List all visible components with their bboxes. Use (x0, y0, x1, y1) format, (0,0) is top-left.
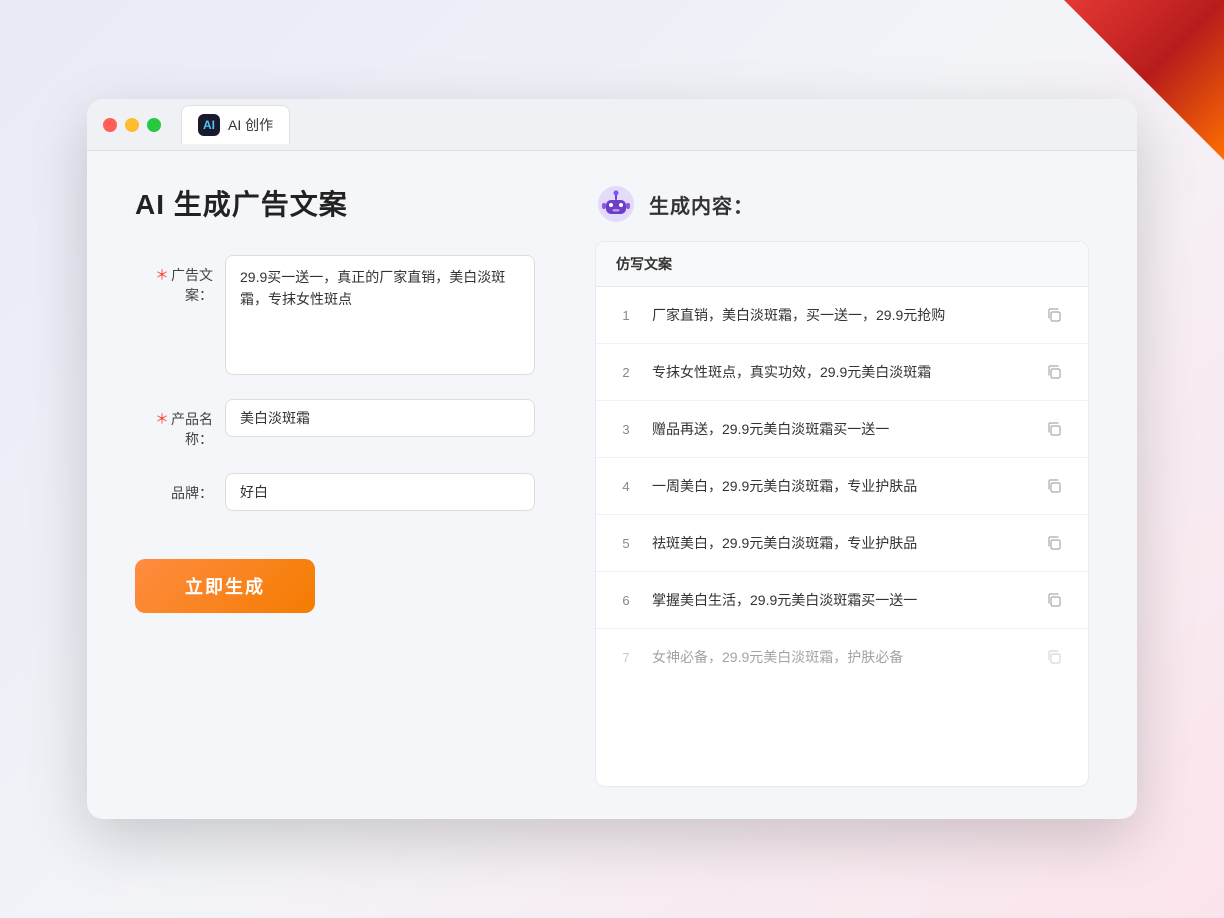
row-number: 1 (616, 308, 636, 323)
brand-group: 品牌： (135, 473, 535, 511)
copy-button[interactable] (1040, 643, 1068, 671)
right-panel: 生成内容： 仿写文案 1 厂家直销，美白淡斑霜，买一送一，29.9元抢购 2 专抹女… (595, 183, 1089, 787)
maximize-button[interactable] (147, 118, 161, 132)
table-header: 仿写文案 (596, 242, 1088, 287)
app-window: AI AI 创作 AI 生成广告文案 ＊广告文案： ＊产品名称： (87, 99, 1137, 819)
row-number: 3 (616, 422, 636, 437)
row-number: 6 (616, 593, 636, 608)
copy-button[interactable] (1040, 358, 1068, 386)
row-text: 掌握美白生活，29.9元美白淡斑霜买一送一 (652, 590, 1024, 611)
result-table: 仿写文案 1 厂家直销，美白淡斑霜，买一送一，29.9元抢购 2 专抹女性斑点，真实… (595, 241, 1089, 787)
required-star-2: ＊ (155, 411, 169, 427)
row-text: 祛斑美白，29.9元美白淡斑霜，专业护肤品 (652, 533, 1024, 554)
ad-copy-input[interactable] (225, 255, 535, 375)
close-button[interactable] (103, 118, 117, 132)
table-row: 4 一周美白，29.9元美白淡斑霜，专业护肤品 (596, 458, 1088, 515)
row-text: 一周美白，29.9元美白淡斑霜，专业护肤品 (652, 476, 1024, 497)
row-text: 女神必备，29.9元美白淡斑霜，护肤必备 (652, 647, 1024, 668)
copy-button[interactable] (1040, 301, 1068, 329)
brand-input[interactable] (225, 473, 535, 511)
table-row: 5 祛斑美白，29.9元美白淡斑霜，专业护肤品 (596, 515, 1088, 572)
generate-button[interactable]: 立即生成 (135, 559, 315, 613)
table-row: 7 女神必备，29.9元美白淡斑霜，护肤必备 (596, 629, 1088, 685)
row-text: 专抹女性斑点，真实功效，29.9元美白淡斑霜 (652, 362, 1024, 383)
tab[interactable]: AI AI 创作 (181, 105, 290, 144)
row-number: 5 (616, 536, 636, 551)
main-content: AI 生成广告文案 ＊广告文案： ＊产品名称： 品牌： 立即生成 (87, 151, 1137, 819)
copy-button[interactable] (1040, 415, 1068, 443)
row-number: 2 (616, 365, 636, 380)
robot-icon (595, 183, 637, 225)
row-text: 赠品再送，29.9元美白淡斑霜买一送一 (652, 419, 1024, 440)
result-header: 生成内容： (595, 183, 1089, 225)
table-row: 3 赠品再送，29.9元美白淡斑霜买一送一 (596, 401, 1088, 458)
traffic-lights (103, 118, 161, 132)
tab-label: AI 创作 (228, 115, 273, 135)
page-title: AI 生成广告文案 (135, 183, 535, 223)
title-bar: AI AI 创作 (87, 99, 1137, 151)
result-title: 生成内容： (649, 190, 754, 219)
minimize-button[interactable] (125, 118, 139, 132)
copy-button[interactable] (1040, 586, 1068, 614)
table-rows-container: 1 厂家直销，美白淡斑霜，买一送一，29.9元抢购 2 专抹女性斑点，真实功效，29… (596, 287, 1088, 685)
tab-icon-text: AI (203, 118, 215, 132)
product-name-input[interactable] (225, 399, 535, 437)
copy-button[interactable] (1040, 472, 1068, 500)
ad-copy-group: ＊广告文案： (135, 255, 535, 375)
ad-copy-label: ＊广告文案： (135, 255, 225, 305)
required-star: ＊ (155, 267, 169, 283)
table-row: 2 专抹女性斑点，真实功效，29.9元美白淡斑霜 (596, 344, 1088, 401)
row-text: 厂家直销，美白淡斑霜，买一送一，29.9元抢购 (652, 305, 1024, 326)
table-row: 6 掌握美白生活，29.9元美白淡斑霜买一送一 (596, 572, 1088, 629)
brand-label: 品牌： (135, 473, 225, 503)
row-number: 7 (616, 650, 636, 665)
tab-icon: AI (198, 114, 220, 136)
table-row: 1 厂家直销，美白淡斑霜，买一送一，29.9元抢购 (596, 287, 1088, 344)
left-panel: AI 生成广告文案 ＊广告文案： ＊产品名称： 品牌： 立即生成 (135, 183, 535, 787)
product-name-label: ＊产品名称： (135, 399, 225, 449)
product-name-group: ＊产品名称： (135, 399, 535, 449)
row-number: 4 (616, 479, 636, 494)
copy-button[interactable] (1040, 529, 1068, 557)
